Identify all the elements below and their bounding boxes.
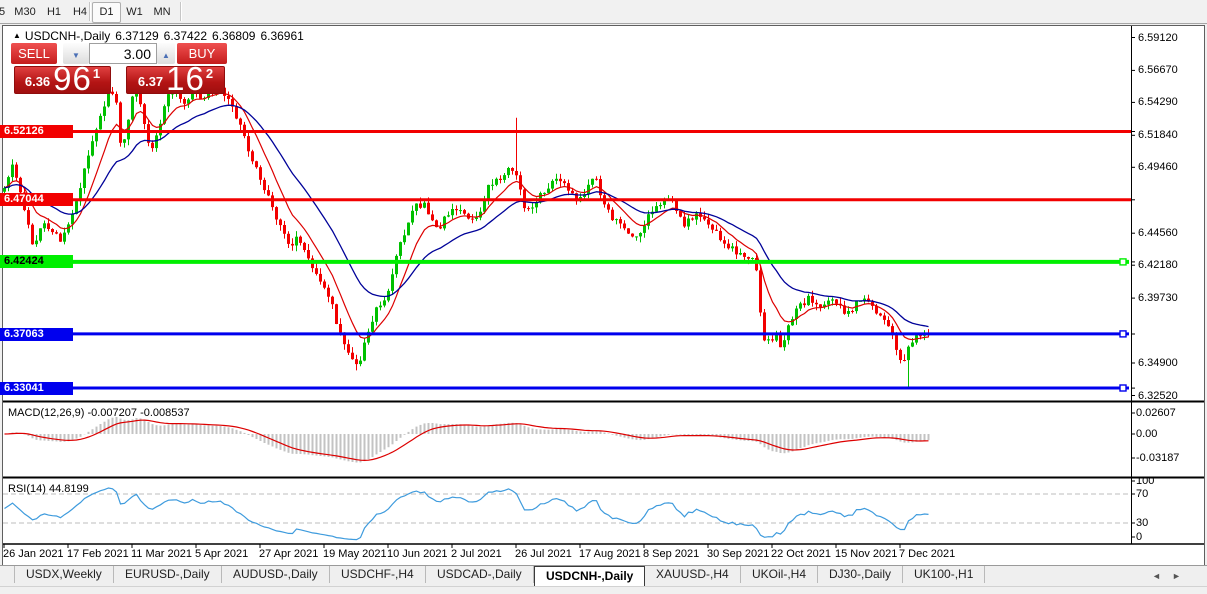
date-label: 11 Mar 2021: [131, 548, 192, 560]
timeframe-button-5[interactable]: 5: [0, 2, 10, 23]
chart-symbol: USDCNH-,Daily: [25, 29, 110, 43]
one-click-trading-widget: SELL ▼ ▲ BUY 6.36 96 1 6.37 16 2: [10, 42, 227, 94]
price-tick-label: 6.54290: [1138, 96, 1178, 108]
price-level-label: 6.33041: [0, 382, 73, 395]
rsi-tick-label: 30: [1136, 517, 1148, 529]
tab-dj30-daily[interactable]: DJ30-,Daily: [818, 566, 903, 583]
ask-price-point: 2: [206, 67, 213, 81]
price-tick-label: 6.49460: [1138, 161, 1178, 173]
bid-price-major: 6.36: [25, 72, 50, 92]
ask-price-box[interactable]: 6.37 16 2: [126, 66, 225, 94]
price-tick-label: 6.51840: [1138, 129, 1178, 141]
chart-title: ▲ USDCNH-,Daily 6.37129 6.37422 6.36809 6.369…: [13, 29, 304, 43]
date-label: 8 Sep 2021: [643, 548, 699, 560]
ask-price-pips: 16: [166, 66, 205, 92]
volume-input[interactable]: [89, 43, 157, 64]
timeframe-toolbar: 5M30H1H4D1W1MN: [0, 0, 1207, 24]
price-level-label: 6.42424: [0, 255, 73, 268]
tab-uk100-h1[interactable]: UK100-,H1: [903, 566, 985, 583]
date-label: 17 Aug 2021: [579, 548, 641, 560]
bid-price-point: 1: [93, 67, 100, 81]
ohlc-open: 6.37129: [115, 29, 158, 43]
date-label: 2 Jul 2021: [451, 548, 502, 560]
date-label: 27 Apr 2021: [259, 548, 318, 560]
macd-tick-label: 0.02607: [1136, 407, 1176, 419]
price-level-label: 6.47044: [0, 193, 73, 206]
price-level-label: 6.37063: [0, 328, 73, 341]
ohlc-high: 6.37422: [164, 29, 207, 43]
toolbar-separator: [89, 2, 90, 21]
triangle-up-icon: ▲: [162, 51, 170, 60]
timeframe-button-w1[interactable]: W1: [120, 2, 149, 23]
chart-window: [2, 25, 1205, 566]
chart-tab-bar: USDX,WeeklyEURUSD-,DailyAUDUSD-,DailyUSD…: [0, 565, 1207, 586]
price-tick-label: 6.56670: [1138, 64, 1178, 76]
date-label: 15 Nov 2021: [835, 548, 897, 560]
rsi-tick-label: 0: [1136, 531, 1142, 543]
tab-usdx-weekly[interactable]: USDX,Weekly: [14, 566, 114, 583]
date-label: 26 Jul 2021: [515, 548, 572, 560]
tab-xauusd-h4[interactable]: XAUUSD-,H4: [645, 566, 741, 583]
timeframe-button-mn[interactable]: MN: [148, 2, 176, 23]
price-tick-label: 6.59120: [1138, 32, 1178, 44]
date-label: 26 Jan 2021: [3, 548, 64, 560]
date-label: 19 May 2021: [323, 548, 387, 560]
date-label: 30 Sep 2021: [707, 548, 769, 560]
tab-ukoil-h4[interactable]: UKOil-,H4: [741, 566, 818, 583]
rsi-tick-label: 100: [1136, 475, 1154, 487]
toolbar-separator: [180, 2, 181, 21]
date-label: 5 Apr 2021: [195, 548, 248, 560]
price-tick-label: 6.32520: [1138, 390, 1178, 402]
rsi-tick-label: 70: [1136, 488, 1148, 500]
price-level-label: 6.52126: [0, 125, 73, 138]
price-tick-label: 6.44560: [1138, 227, 1178, 239]
tab-audusd-daily[interactable]: AUDUSD-,Daily: [222, 566, 330, 583]
bid-price-box[interactable]: 6.36 96 1: [14, 66, 111, 94]
date-label: 7 Dec 2021: [899, 548, 955, 560]
tab-usdchf-h4[interactable]: USDCHF-,H4: [330, 566, 426, 583]
price-tick-label: 6.34900: [1138, 357, 1178, 369]
timeframe-button-h1[interactable]: H1: [40, 2, 68, 23]
price-tick-label: 6.42180: [1138, 259, 1178, 271]
tab-usdcnh-daily[interactable]: USDCNH-,Daily: [534, 566, 645, 587]
ask-price-major: 6.37: [138, 72, 163, 92]
ohlc-close: 6.36961: [260, 29, 303, 43]
triangle-down-icon: ▼: [72, 51, 80, 60]
window-collapse-icon: ▲: [13, 31, 21, 40]
ohlc-low: 6.36809: [212, 29, 255, 43]
tab-scroll-left-icon[interactable]: ◄: [1152, 571, 1161, 581]
sell-button[interactable]: SELL: [11, 43, 57, 64]
tab-eurusd-daily[interactable]: EURUSD-,Daily: [114, 566, 222, 583]
macd-indicator-label: MACD(12,26,9) -0.007207 -0.008537: [8, 407, 190, 419]
tab-scroll-right-icon[interactable]: ►: [1172, 571, 1181, 581]
timeframe-button-d1[interactable]: D1: [92, 2, 121, 23]
macd-tick-label: 0.00: [1136, 428, 1157, 440]
date-label: 10 Jun 2021: [387, 548, 448, 560]
date-label: 22 Oct 2021: [771, 548, 831, 560]
price-tick-label: 6.39730: [1138, 292, 1178, 304]
bid-price-pips: 96: [53, 66, 92, 92]
rsi-indicator-label: RSI(14) 44.8199: [8, 483, 89, 495]
timeframe-button-m30[interactable]: M30: [11, 2, 39, 23]
date-label: 17 Feb 2021: [67, 548, 129, 560]
macd-tick-label: -0.03187: [1136, 452, 1179, 464]
tab-usdcad-daily[interactable]: USDCAD-,Daily: [426, 566, 534, 583]
